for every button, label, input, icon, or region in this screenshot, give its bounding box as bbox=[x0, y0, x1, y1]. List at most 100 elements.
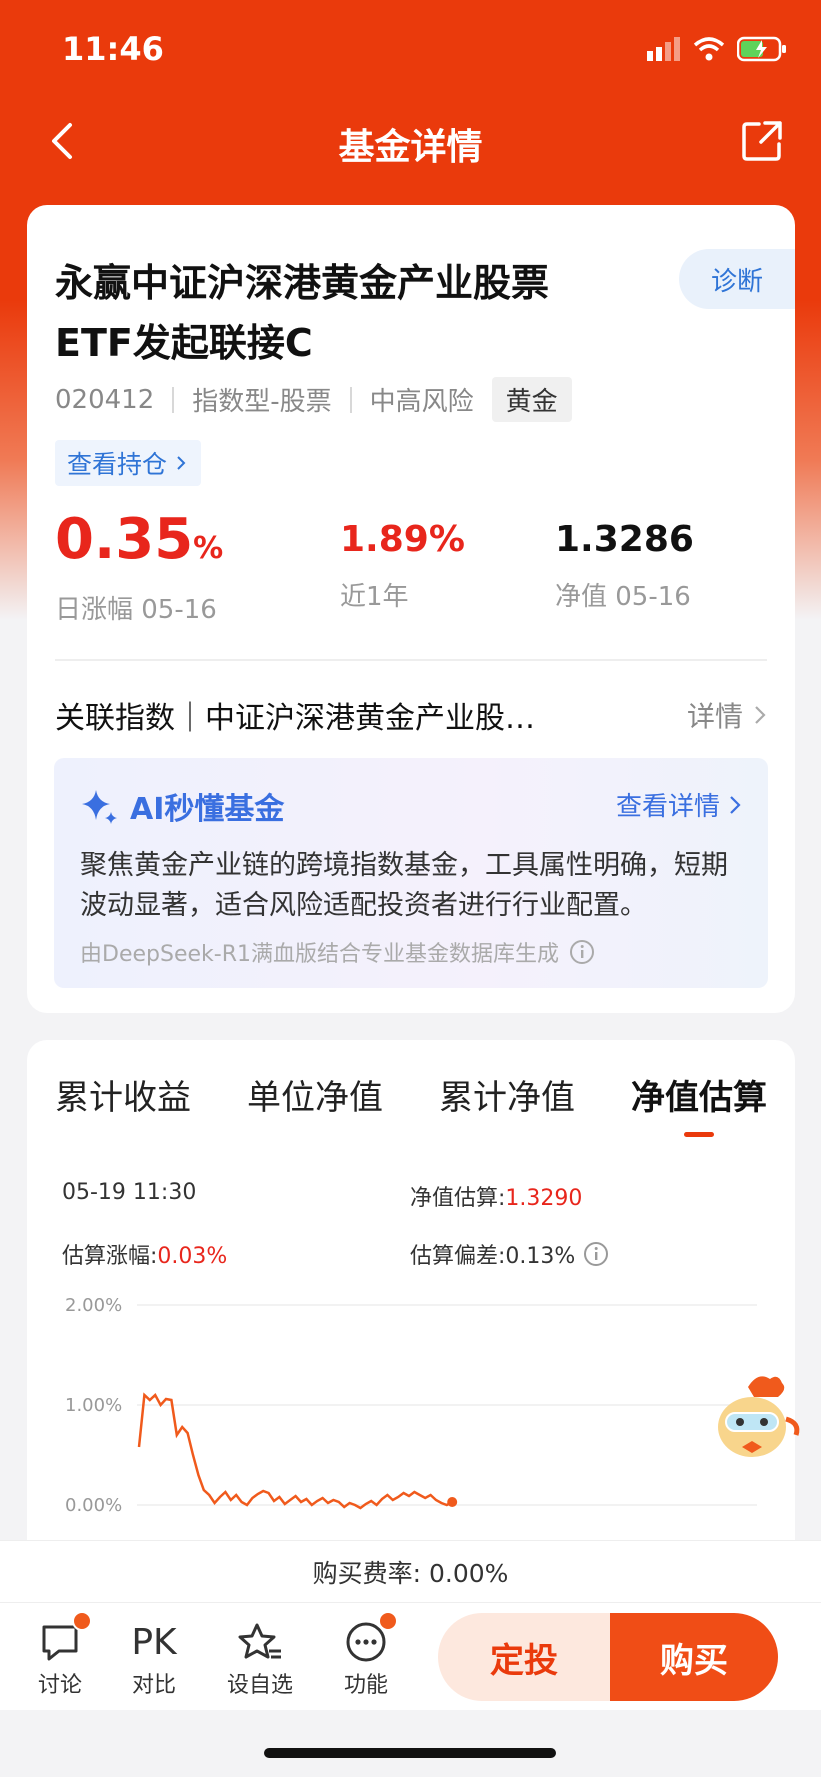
status-icons bbox=[647, 36, 787, 62]
purchase-fee: 购买费率: 0.00% bbox=[0, 1540, 821, 1602]
home-indicator bbox=[264, 1748, 556, 1758]
discuss-button[interactable]: 讨论 bbox=[20, 1611, 100, 1699]
ai-footer-text: 由DeepSeek-R1满血版结合专业基金数据库生成 bbox=[80, 942, 559, 967]
fund-theme-tag[interactable]: 黄金 bbox=[491, 377, 572, 422]
ai-title-label: AI秒懂基金 bbox=[130, 792, 285, 827]
status-bar: 11:46 bbox=[0, 0, 821, 100]
estimate-deviation-value: 0.13% bbox=[505, 1244, 576, 1269]
ai-title: AI秒懂基金 bbox=[80, 784, 284, 828]
page-title: 基金详情 bbox=[338, 127, 483, 168]
watch-icon-wrap bbox=[220, 1617, 300, 1667]
fund-type: 指数型-股票 bbox=[192, 387, 332, 417]
ai-detail-label: 查看详情 bbox=[615, 792, 720, 822]
star-list-icon bbox=[238, 1623, 281, 1659]
tab-cumulative-nav[interactable]: 累计净值 bbox=[439, 1070, 575, 1119]
discuss-icon-wrap bbox=[20, 1611, 100, 1667]
functions-label: 功能 bbox=[343, 1673, 388, 1698]
bottom-toolbar: 讨论 PK 对比 设自选 功能 定投 购买 bbox=[0, 1602, 821, 1710]
ai-description: 聚焦黄金产业链的跨境指数基金，工具属性明确，短期波动显著，适合风险适配投资者进行… bbox=[80, 850, 728, 921]
meta-divider bbox=[172, 386, 175, 413]
daily-change-stat: 0.35% 日涨幅 05-16 bbox=[55, 510, 223, 626]
tab-nav-estimate[interactable]: 净值估算 bbox=[631, 1070, 767, 1137]
nav-value: 1.3286 bbox=[555, 519, 694, 560]
fund-name: 永赢中证沪深港黄金产业股票 ETF发起联接C bbox=[55, 253, 615, 373]
fund-code: 020412 bbox=[55, 384, 155, 415]
notification-dot bbox=[378, 1611, 398, 1631]
nav-stat: 1.3286 净值 05-16 bbox=[555, 510, 694, 613]
related-index-text: 关联指数｜中证沪深港黄金产业股… bbox=[55, 701, 535, 736]
auto-invest-button[interactable]: 定投 bbox=[438, 1613, 610, 1701]
chevron-right-icon bbox=[177, 456, 186, 470]
diagnose-button[interactable]: 诊断 bbox=[679, 249, 795, 309]
estimate-line-chart: 2.00% 1.00% 0.00% bbox=[65, 1295, 757, 1516]
mascot-assistant-icon[interactable] bbox=[708, 1365, 804, 1465]
battery-icon bbox=[737, 36, 786, 62]
ai-footer: 由DeepSeek-R1满血版结合专业基金数据库生成 bbox=[80, 936, 595, 968]
one-year-stat: 1.89% 近1年 bbox=[340, 510, 465, 613]
wifi-icon bbox=[693, 37, 725, 61]
tab-nav-estimate-label: 净值估算 bbox=[631, 1078, 767, 1118]
estimate-deviation: 估算偏差:0.13% bbox=[410, 1238, 609, 1270]
info-icon[interactable] bbox=[569, 939, 595, 965]
estimate-nav-label: 净值估算: bbox=[410, 1186, 506, 1211]
share-button[interactable] bbox=[737, 116, 787, 166]
tab-unit-nav[interactable]: 单位净值 bbox=[247, 1070, 383, 1119]
info-icon[interactable] bbox=[583, 1241, 609, 1267]
fund-meta: 020412 指数型-股票 中高风险 黄金 bbox=[55, 377, 572, 422]
ai-summary-box: AI秒懂基金 查看详情 聚焦黄金产业链的跨境指数基金，工具属性明确，短期波动显著… bbox=[54, 758, 768, 988]
sparkle-icon bbox=[82, 790, 117, 824]
home-indicator-area bbox=[0, 1710, 821, 1777]
chart-card: 累计收益 单位净值 累计净值 净值估算 05-19 11:30 净值估算:1.3… bbox=[27, 1040, 795, 1560]
daily-change-value: 0.35 bbox=[55, 507, 194, 572]
index-detail-link[interactable]: 详情 bbox=[687, 695, 767, 735]
nav-bar: 基金详情 bbox=[0, 100, 821, 186]
signal-icon bbox=[647, 37, 680, 61]
estimate-change-label: 估算涨幅: bbox=[62, 1244, 158, 1269]
compare-label: 对比 bbox=[131, 1673, 176, 1698]
latest-point-marker bbox=[447, 1497, 458, 1507]
watch-label: 设自选 bbox=[226, 1673, 293, 1698]
estimate-nav-value: 1.3290 bbox=[505, 1186, 583, 1211]
fund-name-line1: 永赢中证沪深港黄金产业股票 bbox=[55, 261, 550, 305]
index-detail-label: 详情 bbox=[686, 700, 743, 733]
add-watchlist-button[interactable]: 设自选 bbox=[220, 1617, 300, 1699]
chevron-right-icon bbox=[755, 706, 766, 724]
y-tick-label: 2.00% bbox=[65, 1295, 122, 1316]
share-icon bbox=[742, 121, 782, 161]
fund-info-card: 永赢中证沪深港黄金产业股票 ETF发起联接C 诊断 020412 指数型-股票 … bbox=[27, 205, 795, 1013]
one-year-value: 1.89% bbox=[340, 519, 465, 560]
notification-dot bbox=[72, 1611, 92, 1631]
one-year-label: 近1年 bbox=[340, 582, 409, 612]
chart-tabs: 累计收益 单位净值 累计净值 净值估算 bbox=[55, 1070, 767, 1137]
buy-button[interactable]: 购买 bbox=[610, 1613, 778, 1701]
performance-stats: 0.35% 日涨幅 05-16 1.89% 近1年 1.3286 净值 05-1… bbox=[55, 510, 767, 630]
active-tab-indicator bbox=[684, 1132, 714, 1137]
y-tick-label: 1.00% bbox=[65, 1395, 122, 1416]
divider bbox=[55, 659, 767, 661]
y-tick-label: 0.00% bbox=[65, 1495, 122, 1516]
nav-label: 净值 05-16 bbox=[555, 582, 691, 612]
daily-change-unit: % bbox=[193, 531, 224, 566]
compare-button[interactable]: PK 对比 bbox=[114, 1617, 194, 1699]
fund-risk: 中高风险 bbox=[369, 387, 474, 417]
estimate-deviation-label: 估算偏差: bbox=[410, 1244, 506, 1269]
functions-icon-wrap bbox=[326, 1611, 406, 1667]
pk-icon: PK bbox=[131, 1621, 177, 1663]
estimate-change-value: 0.03% bbox=[157, 1244, 228, 1269]
chevron-right-icon bbox=[730, 795, 741, 814]
status-time: 11:46 bbox=[62, 30, 164, 68]
estimate-nav: 净值估算:1.3290 bbox=[410, 1180, 582, 1212]
discuss-label: 讨论 bbox=[37, 1673, 82, 1698]
meta-divider bbox=[349, 386, 352, 413]
estimate-time: 05-19 11:30 bbox=[62, 1180, 197, 1205]
daily-change-label: 日涨幅 05-16 bbox=[55, 595, 217, 625]
view-holdings-label: 查看持仓 bbox=[67, 450, 168, 479]
related-index-row[interactable]: 关联指数｜中证沪深港黄金产业股… 详情 bbox=[55, 685, 767, 745]
fund-name-line2: ETF发起联接C bbox=[55, 321, 313, 365]
estimate-series-line bbox=[137, 1392, 453, 1510]
tab-cumulative-return[interactable]: 累计收益 bbox=[55, 1070, 191, 1119]
functions-button[interactable]: 功能 bbox=[326, 1611, 406, 1699]
view-holdings-button[interactable]: 查看持仓 bbox=[55, 440, 202, 486]
ai-detail-link[interactable]: 查看详情 bbox=[616, 786, 742, 823]
estimate-change: 估算涨幅:0.03% bbox=[62, 1238, 227, 1270]
